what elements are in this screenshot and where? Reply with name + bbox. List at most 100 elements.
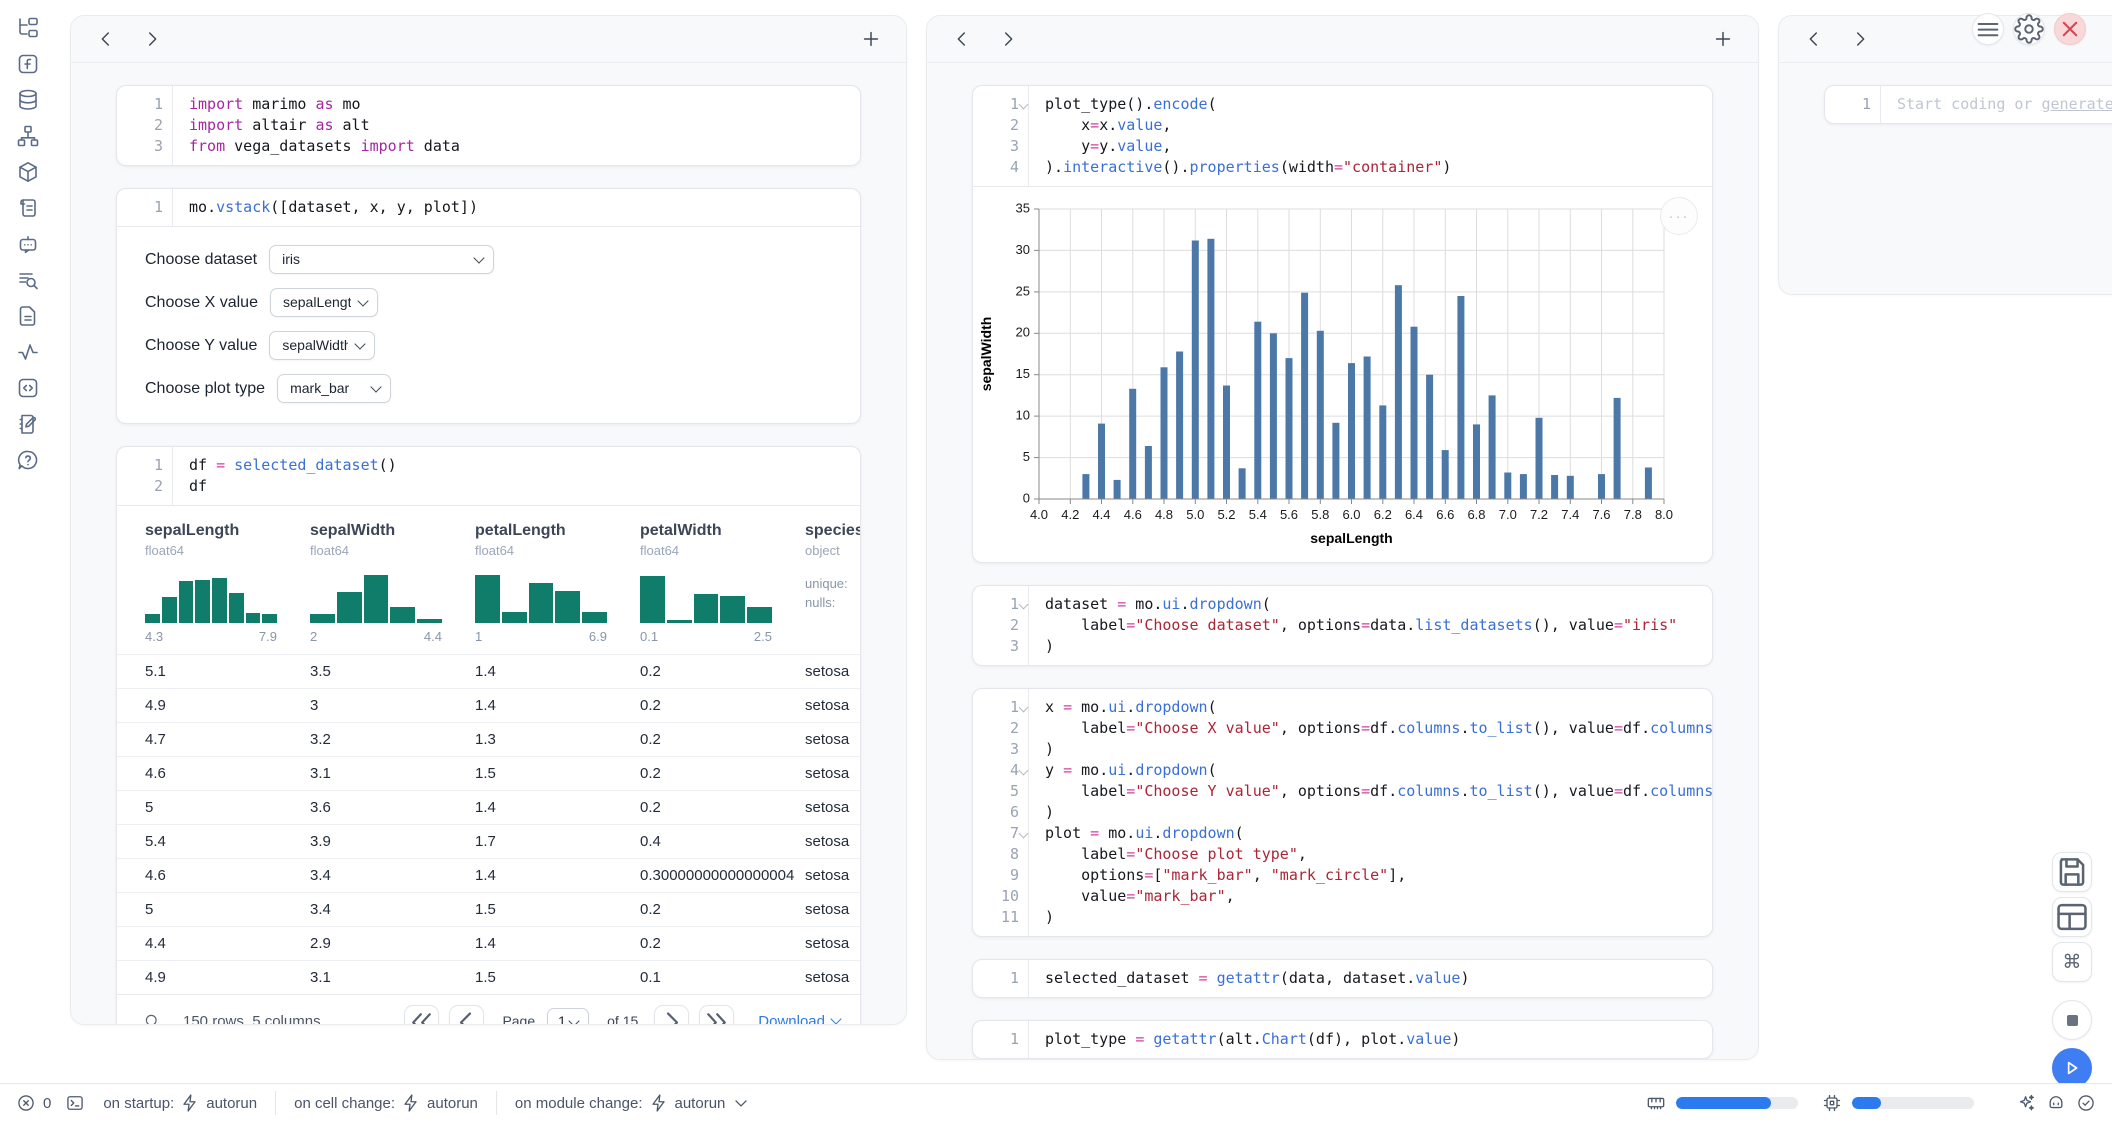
save-notebook-button[interactable] — [2052, 852, 2092, 892]
column-3-next-button[interactable] — [1849, 28, 1871, 50]
table-row[interactable]: 4.42.91.40.2setosa — [117, 926, 860, 960]
code-editor[interactable]: 12df = selected_dataset()df — [117, 447, 860, 505]
table-row[interactable]: 53.41.50.2setosa — [117, 892, 860, 926]
code-editor[interactable]: 1selected_dataset = getattr(data, datase… — [973, 960, 1712, 997]
on-module-change-setting[interactable]: on module change: autorun — [515, 1093, 751, 1113]
chat-bot-icon — [16, 232, 40, 261]
sidebar-item-help[interactable] — [16, 448, 40, 472]
table-row[interactable]: 4.93.11.50.1setosa — [117, 960, 860, 994]
column-2-prev-button[interactable] — [951, 28, 973, 50]
table-row[interactable]: 4.931.40.2setosa — [117, 688, 860, 722]
error-count: 0 — [43, 1095, 51, 1112]
run-cells-button[interactable] — [2052, 1048, 2092, 1088]
table-row[interactable]: 53.61.40.2setosa — [117, 790, 860, 824]
column-1-prev-button[interactable] — [95, 28, 117, 50]
svg-text:4.2: 4.2 — [1061, 507, 1079, 522]
column-1-add-cell-button[interactable] — [860, 28, 882, 50]
code-editor[interactable]: 123import marimo as moimport altair as a… — [117, 86, 860, 165]
chart-actions-button[interactable]: ··· — [1660, 197, 1698, 235]
choose-x-value-select[interactable]: sepalLength — [270, 288, 378, 317]
sidebar-item-document[interactable] — [16, 304, 40, 328]
page-select[interactable]: 1 — [547, 1008, 589, 1026]
table-column-header[interactable]: sepalLengthfloat644.37.9 — [145, 522, 310, 654]
table-row[interactable]: 5.43.91.70.4setosa — [117, 824, 860, 858]
column-2-add-cell-button[interactable] — [1712, 28, 1734, 50]
save-icon — [2053, 853, 2091, 894]
next-page-button[interactable] — [654, 1005, 689, 1026]
table-row[interactable]: 5.13.51.40.2setosa — [117, 654, 860, 688]
on-startup-setting[interactable]: on startup: autorun — [103, 1093, 257, 1113]
layout-select-button[interactable] — [2052, 897, 2092, 937]
sidebar-item-chat-bot[interactable] — [16, 232, 40, 256]
svg-text:7.0: 7.0 — [1499, 507, 1517, 522]
column-histogram — [640, 571, 772, 623]
cell-output: sepalLengthfloat644.37.9sepalWidthfloat6… — [117, 505, 860, 1025]
table-column-header[interactable]: speciesobjectunique:nulls: — [805, 522, 860, 654]
choose-plot-type-select[interactable]: mark_bar — [277, 374, 391, 403]
generate-with-ai-link[interactable]: generate — [2042, 95, 2112, 113]
code-editor[interactable]: 1mo.vstack([dataset, x, y, plot]) — [117, 189, 860, 226]
zap-icon — [649, 1093, 669, 1113]
code-editor[interactable]: 1plot_type = getattr(alt.Chart(df), plot… — [973, 1021, 1712, 1058]
error-indicator[interactable]: 0 — [16, 1093, 51, 1113]
sidebar-item-logs-search[interactable] — [16, 268, 40, 292]
column-3-prev-button[interactable] — [1803, 28, 1825, 50]
code-lines: plot_type().encode( x=x.value, y=y.value… — [1029, 86, 1459, 186]
code-editor[interactable]: 1234567891011x = mo.ui.dropdown( label="… — [973, 689, 1712, 936]
svg-text:4.6: 4.6 — [1124, 507, 1142, 522]
check-circle-icon[interactable] — [2076, 1093, 2096, 1113]
sidebar-item-code-snippet[interactable] — [16, 376, 40, 400]
code-lines: dataset = mo.ui.dropdown( label="Choose … — [1029, 586, 1685, 665]
shutdown-button[interactable] — [2054, 13, 2086, 45]
sidebar-item-database[interactable] — [16, 88, 40, 112]
table-row[interactable]: 4.63.41.40.30000000000000004setosa — [117, 858, 860, 892]
first-page-button[interactable] — [404, 1005, 439, 1026]
row-count: 150 rows, 5 columns — [183, 1013, 321, 1026]
column-1-next-button[interactable] — [141, 28, 163, 50]
table-row[interactable]: 4.63.11.50.2setosa — [117, 756, 860, 790]
code-editor[interactable]: 123dataset = mo.ui.dropdown( label="Choo… — [973, 586, 1712, 665]
svg-text:5.0: 5.0 — [1186, 507, 1204, 522]
plus-icon — [860, 28, 882, 53]
command-palette-button[interactable]: ⌘ — [2052, 942, 2092, 982]
on-cell-change-setting[interactable]: on cell change: autorun — [294, 1093, 478, 1113]
svg-text:8.0: 8.0 — [1655, 507, 1673, 522]
notebook-menu-button[interactable] — [1972, 13, 2004, 45]
file-tree-icon — [16, 16, 40, 45]
sidebar-item-function-square[interactable] — [16, 52, 40, 76]
interrupt-button[interactable] — [2052, 1000, 2092, 1040]
sidebar-item-activity[interactable] — [16, 340, 40, 364]
notebook-cell-xy-plot-dropdowns: 1234567891011x = mo.ui.dropdown( label="… — [972, 688, 1713, 937]
empty-code-editor[interactable]: 1Start coding or generate with AI — [1825, 86, 2112, 123]
sidebar-item-file-tree[interactable] — [16, 16, 40, 40]
svg-text:30: 30 — [1016, 242, 1030, 257]
table-column-header[interactable]: sepalWidthfloat6424.4 — [310, 522, 475, 654]
line-numbers: 1 — [1825, 86, 1881, 123]
last-page-button[interactable] — [699, 1005, 734, 1026]
table-column-header[interactable]: petalWidthfloat640.12.5 — [640, 522, 805, 654]
sparkles-icon[interactable] — [2016, 1093, 2036, 1113]
on-module-change-value: autorun — [675, 1095, 726, 1112]
search-icon[interactable] — [143, 1012, 161, 1025]
sidebar-item-network[interactable] — [16, 124, 40, 148]
dropdowns-output: Choose datasetirisChoose X valuesepalLen… — [117, 227, 860, 423]
previous-page-button[interactable] — [449, 1005, 484, 1026]
download-button[interactable]: Download — [758, 1013, 840, 1026]
chevrons-right-icon — [700, 1006, 733, 1026]
sidebar-item-scratchpad[interactable] — [16, 412, 40, 436]
code-editor[interactable]: 1234plot_type().encode( x=x.value, y=y.v… — [973, 86, 1712, 186]
svg-text:6.6: 6.6 — [1436, 507, 1454, 522]
sidebar-item-scroll-text[interactable] — [16, 196, 40, 220]
circle-x-icon — [16, 1093, 36, 1113]
table-row[interactable]: 4.73.21.30.2setosa — [117, 722, 860, 756]
altair-chart[interactable]: 051015202530354.04.24.44.64.85.05.25.45.… — [973, 187, 1712, 562]
choose-y-value-select[interactable]: sepalWidth — [269, 331, 375, 360]
chevrons-left-icon — [405, 1006, 438, 1026]
column-2-next-button[interactable] — [997, 28, 1019, 50]
sidebar-item-package[interactable] — [16, 160, 40, 184]
choose-dataset-select[interactable]: iris — [269, 245, 494, 274]
copilot-icon[interactable] — [2046, 1093, 2066, 1113]
table-column-header[interactable]: petalLengthfloat6416.9 — [475, 522, 640, 654]
terminal-button[interactable] — [65, 1093, 85, 1113]
settings-button[interactable] — [2013, 13, 2045, 45]
